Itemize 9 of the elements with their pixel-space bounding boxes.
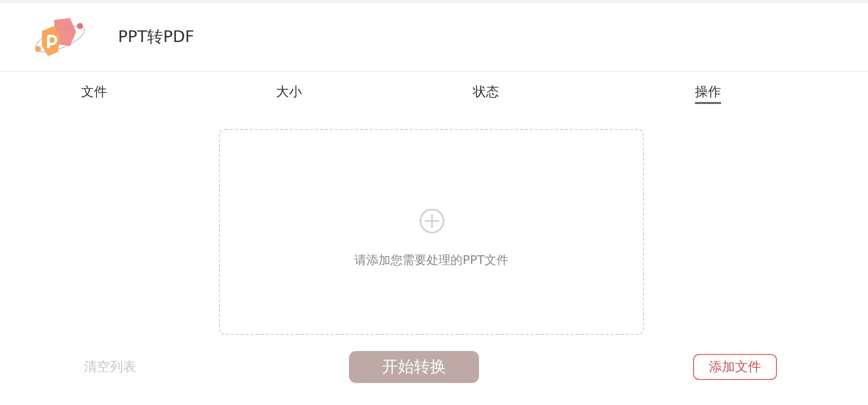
add-file-button[interactable]: 添加文件 bbox=[693, 354, 777, 380]
column-header[interactable]: 大小 bbox=[276, 85, 302, 104]
app-title: PPT转PDF bbox=[118, 26, 194, 48]
column-header[interactable]: 操作 bbox=[695, 85, 721, 104]
add-icon bbox=[418, 208, 444, 234]
column-header[interactable]: 状态 bbox=[473, 85, 499, 104]
drop-area[interactable]: 请添加您需要处理的PPT文件 bbox=[219, 129, 644, 335]
drop-hint: 请添加您需要处理的PPT文件 bbox=[354, 252, 508, 268]
column-header[interactable]: 文件 bbox=[81, 85, 107, 104]
